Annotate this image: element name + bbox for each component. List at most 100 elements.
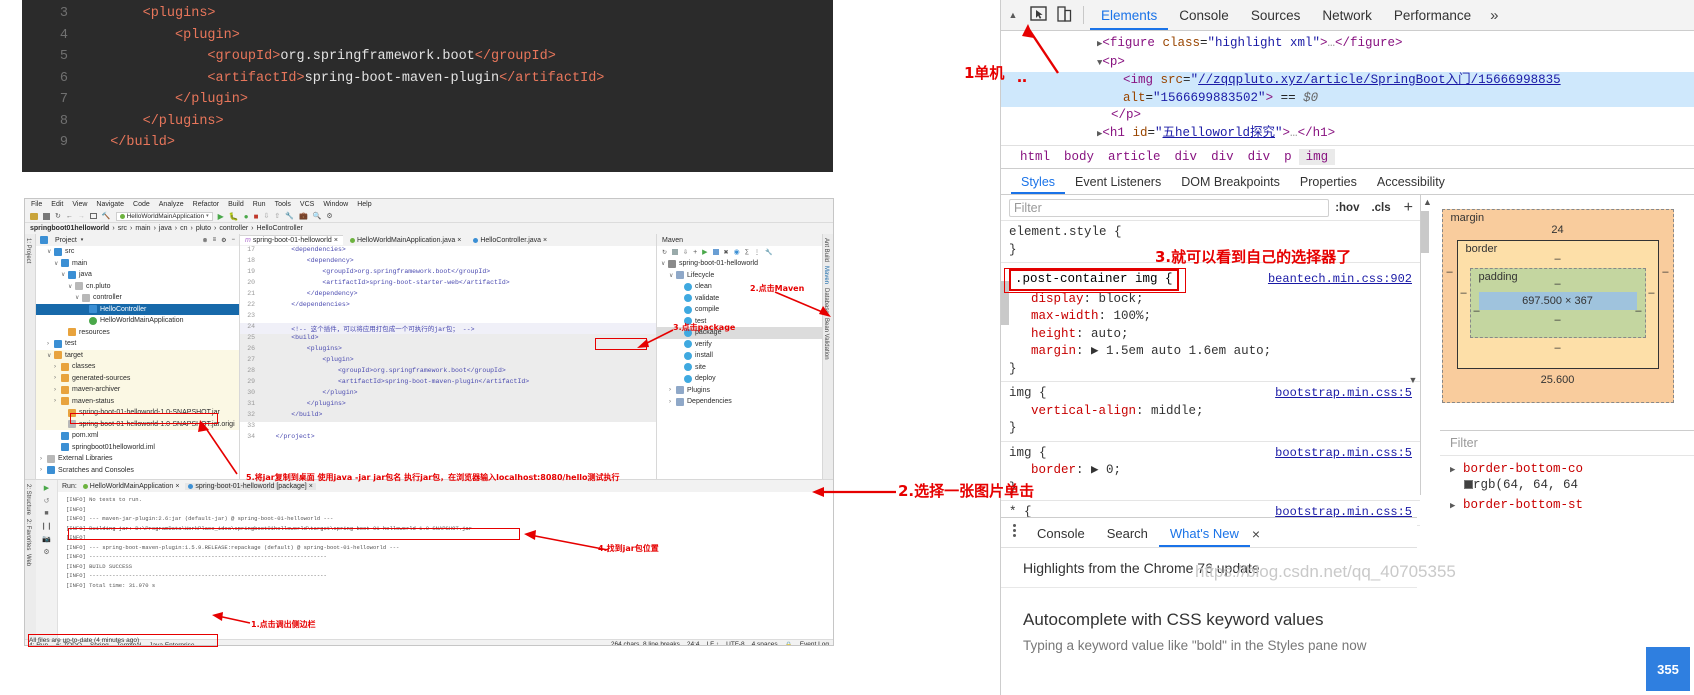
drawer-tab-console[interactable]: Console: [1026, 526, 1096, 547]
tree-chevron-icon[interactable]: ∨: [47, 352, 54, 359]
breadcrumb-img[interactable]: img: [1298, 149, 1336, 165]
run-coverage-icon[interactable]: ●: [244, 212, 249, 221]
css-source-link[interactable]: beantech.min.css:902: [1268, 271, 1412, 289]
project-settings-icon[interactable]: ⚙: [221, 237, 226, 244]
tree-chevron-icon[interactable]: ∨: [61, 271, 68, 278]
project-tree-item[interactable]: ∨ java: [36, 269, 239, 281]
box-model-border[interactable]: border – – – padding – – – 697.500 × 367…: [1456, 240, 1659, 369]
editor-code-line[interactable]: 23: [240, 312, 656, 323]
css-selector[interactable]: element.style {: [1009, 224, 1420, 242]
project-tree-item[interactable]: ∨ src: [36, 246, 239, 258]
editor-code-line[interactable]: 33: [240, 422, 656, 433]
search-icon[interactable]: 🔍: [313, 212, 322, 220]
run-tab-package[interactable]: spring-boot-01-helloworld [package] ×: [185, 482, 316, 490]
forward-icon[interactable]: →: [78, 213, 85, 220]
styles-filter-input[interactable]: Filter: [1009, 198, 1330, 217]
tree-chevron-icon[interactable]: ∨: [54, 260, 61, 267]
editor-code-line[interactable]: 34 </project>: [240, 433, 656, 444]
toolwindow-bean-validation-label[interactable]: Bean Validation: [823, 314, 829, 360]
more-tabs-icon[interactable]: »: [1482, 7, 1506, 30]
breadcrumb-hellocontroller[interactable]: HelloController: [257, 225, 303, 232]
styles-scroll-down-icon[interactable]: ▼: [1408, 375, 1418, 385]
maven-tree-item[interactable]: compile: [657, 304, 822, 316]
project-tree-item[interactable]: ∨ controller: [36, 292, 239, 304]
dom-node-img-alt[interactable]: alt="1566699883502"> == $0: [1001, 89, 1694, 107]
editor-code-line[interactable]: 22 </dependencies>: [240, 301, 656, 312]
chevron-down-icon[interactable]: ▾: [81, 237, 84, 243]
border-bottom-value[interactable]: –: [1458, 342, 1658, 354]
menu-run[interactable]: Run: [253, 201, 266, 208]
cls-toggle-button[interactable]: .cls: [1365, 202, 1396, 214]
expand-triangle-icon[interactable]: ▶: [1450, 465, 1455, 475]
dom-node-p-close[interactable]: </p>: [1001, 107, 1694, 125]
tree-chevron-icon[interactable]: ›: [54, 364, 61, 370]
highlighted-selector[interactable]: .post-container img {: [1009, 269, 1179, 291]
editor-tab-mainapp[interactable]: HelloWorldMainApplication.java ×: [345, 236, 466, 245]
back-icon[interactable]: ←: [66, 213, 73, 220]
menu-build[interactable]: Build: [228, 201, 244, 208]
menu-code[interactable]: Code: [133, 201, 150, 208]
computed-filter-input[interactable]: Filter: [1440, 430, 1694, 456]
project-tree-item[interactable]: HelloWorldMainApplication: [36, 315, 239, 327]
project-tree-item[interactable]: ∨ cn.pluto: [36, 281, 239, 293]
tree-chevron-icon[interactable]: ›: [54, 387, 61, 393]
border-left-value[interactable]: –: [1461, 287, 1467, 299]
tab-accessibility[interactable]: Accessibility: [1367, 175, 1455, 194]
pause-icon[interactable]: ❙❙: [41, 522, 53, 530]
editor-tab-pom[interactable]: m spring-boot-01-helloworld ×: [240, 235, 343, 245]
update-icon[interactable]: ⇩: [263, 212, 269, 220]
tab-elements[interactable]: Elements: [1090, 8, 1169, 30]
padding-bottom-value[interactable]: –: [1471, 314, 1645, 326]
project-tree-item[interactable]: › generated-sources: [36, 372, 239, 384]
breadcrumb-project[interactable]: springboot01helloworld: [30, 225, 109, 232]
menu-analyze[interactable]: Analyze: [159, 201, 184, 208]
rerun-failed-icon[interactable]: ↺: [44, 497, 50, 505]
maven-tree-item[interactable]: verify: [657, 339, 822, 351]
maven-settings-icon[interactable]: 🔧: [765, 249, 772, 256]
dom-node-h1[interactable]: ▶<h1 id="五helloworld探究">…</h1>: [1001, 125, 1694, 144]
toolbox-icon[interactable]: 💼: [299, 212, 308, 220]
status-line-separator[interactable]: LF ↕: [707, 641, 720, 645]
menu-file[interactable]: File: [31, 201, 42, 208]
tab-styles[interactable]: Styles: [1011, 175, 1066, 194]
breadcrumb-body[interactable]: body: [1057, 149, 1101, 165]
tree-chevron-icon[interactable]: ›: [40, 456, 47, 462]
project-tree-item[interactable]: spring-boot-01-helloworld-1.0-SNAPSHOT.j…: [36, 418, 239, 430]
build-icon[interactable]: 🔨: [102, 212, 111, 220]
drawer-menu-icon[interactable]: [1001, 524, 1026, 547]
camera-icon[interactable]: 📷: [42, 535, 51, 543]
editor-code-line[interactable]: 24 <!-- 这个插件，可以将应用打包成一个可执行的jar包； -->: [240, 323, 656, 334]
tree-chevron-icon[interactable]: ∨: [669, 272, 676, 279]
run-icon[interactable]: ▶: [218, 212, 224, 221]
css-rule-img-border[interactable]: img { bootstrap.min.css:5 border: ▶ 0; }: [1001, 442, 1420, 501]
close-icon[interactable]: ×: [543, 237, 547, 244]
tab-network[interactable]: Network: [1311, 8, 1383, 30]
toolwindow-database-label[interactable]: Database: [823, 284, 829, 314]
margin-right-value[interactable]: –: [1662, 266, 1668, 278]
project-tree-item[interactable]: ∨ main: [36, 258, 239, 270]
execute-goal-icon[interactable]: [712, 249, 719, 255]
editor-code-line[interactable]: 20 <artifactId>spring-boot-starter-web</…: [240, 279, 656, 290]
toolwindow-web-label[interactable]: Web: [25, 550, 31, 566]
editor-code-line[interactable]: 17 <dependencies>: [240, 246, 656, 257]
maven-tree-item[interactable]: validate: [657, 293, 822, 305]
structure-icon[interactable]: [89, 213, 97, 219]
open-project-icon[interactable]: [30, 212, 38, 220]
editor-code-line[interactable]: 31 </plugins>: [240, 400, 656, 411]
project-tree-item[interactable]: › classes: [36, 361, 239, 373]
whats-new-article-title[interactable]: Autocomplete with CSS keyword values: [1001, 588, 1417, 630]
css-source-link[interactable]: bootstrap.min.css:5: [1275, 445, 1412, 463]
drawer-tab-search[interactable]: Search: [1096, 526, 1159, 547]
close-icon[interactable]: ×: [457, 237, 461, 244]
expand-all-icon[interactable]: ≡: [213, 237, 217, 244]
menu-edit[interactable]: Edit: [51, 201, 63, 208]
css-declaration[interactable]: border: ▶ 0;: [1009, 462, 1420, 480]
project-tree-item[interactable]: › maven-status: [36, 395, 239, 407]
editor-code-line[interactable]: 32 </build>: [240, 411, 656, 422]
maven-tree-item[interactable]: install: [657, 350, 822, 362]
padding-left-value[interactable]: –: [1474, 305, 1480, 317]
close-icon[interactable]: ×: [334, 237, 338, 244]
box-model-margin[interactable]: margin 24 – – border – – – padding – – –: [1441, 209, 1674, 403]
expand-collapse-icon[interactable]: ⋮: [754, 249, 760, 256]
toolwindow-favorites-label[interactable]: 2: Favorites: [25, 515, 31, 550]
